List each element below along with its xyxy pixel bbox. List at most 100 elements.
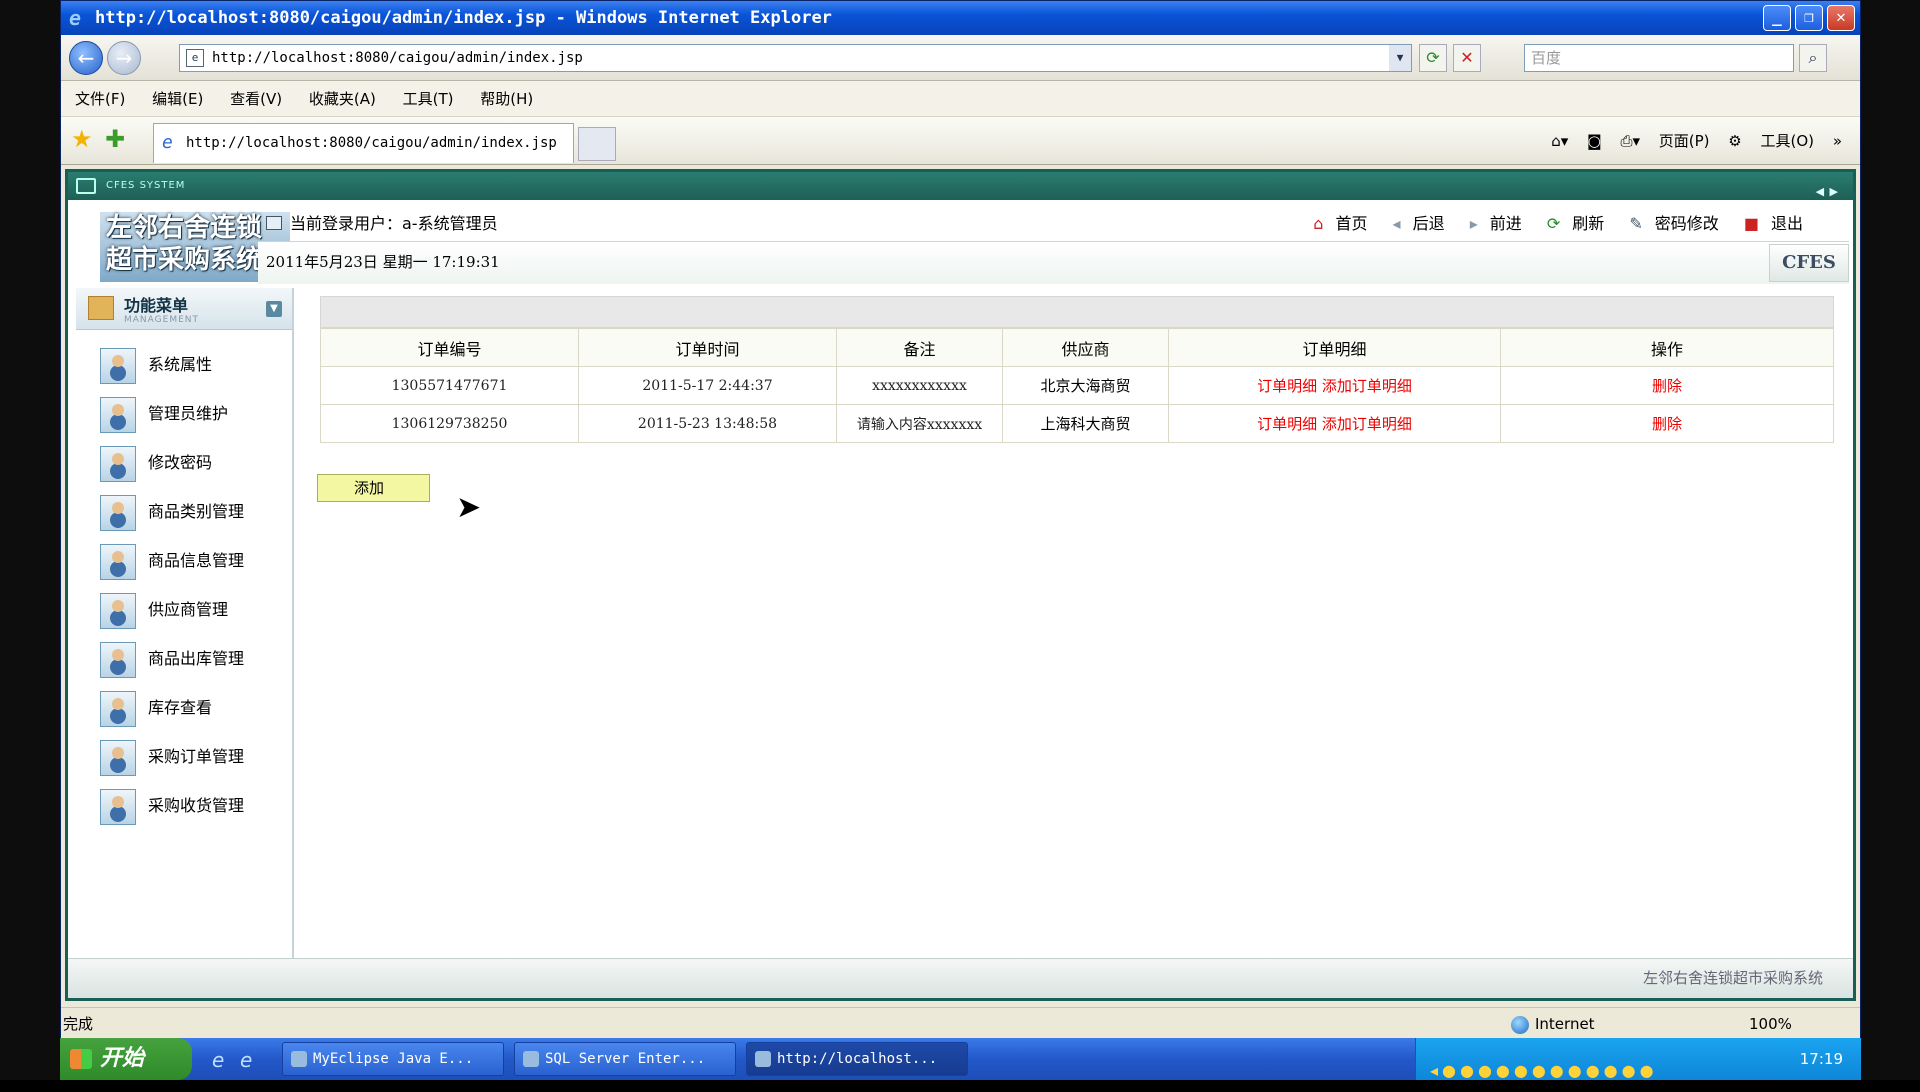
- print-icon[interactable]: ⎙▾: [1620, 132, 1640, 150]
- table-row: 1305571477671 2011-5-17 2:44:37 xxxxxxxx…: [320, 366, 1834, 405]
- search-icon[interactable]: ⌕: [1799, 44, 1827, 72]
- taskbar: 开始 e e MyEclipse Java E... SQL Server En…: [60, 1038, 1861, 1080]
- refresh-icon[interactable]: ⟳: [1419, 44, 1447, 72]
- search-input[interactable]: 百度: [1524, 44, 1794, 72]
- home-link[interactable]: 首页: [1335, 214, 1367, 233]
- sidebar-item-inventory[interactable]: 库存查看: [100, 689, 290, 729]
- sidebar-item-label: 修改密码: [148, 453, 213, 472]
- task-ie[interactable]: http://localhost...: [746, 1042, 968, 1076]
- sidebar-item-label: 采购收货管理: [148, 796, 245, 815]
- main-content: 订单编号 订单时间 备注 供应商 订单明细 操作 1305571477671 2…: [312, 288, 1842, 958]
- command-bar: ⌂▾ ◙ ⎙▾ 页面(P) ⚙ 工具(O) »: [1537, 125, 1842, 157]
- status-text: 完成: [63, 1015, 94, 1033]
- order-note: 请输入内容xxxxxxx: [836, 404, 1003, 443]
- start-button[interactable]: 开始: [60, 1038, 192, 1080]
- menu-help[interactable]: 帮助(H): [480, 90, 533, 108]
- table-toolbar: [320, 296, 1834, 328]
- sidebar-item-label: 管理员维护: [148, 404, 229, 423]
- browser-tab[interactable]: e http://localhost:8080/caigou/admin/ind…: [153, 123, 574, 163]
- user-icon: [100, 740, 136, 776]
- order-id: 1306129738250: [320, 404, 579, 443]
- order-time: 2011-5-23 13:48:58: [578, 404, 837, 443]
- back-button[interactable]: ←: [69, 41, 103, 75]
- header-arrows-icon[interactable]: ◀ ▶: [1816, 178, 1839, 206]
- order-id: 1305571477671: [320, 366, 579, 405]
- ie-window: e http://localhost:8080/caigou/admin/ind…: [60, 0, 1861, 1039]
- title-bar[interactable]: e http://localhost:8080/caigou/admin/ind…: [61, 1, 1860, 35]
- tools-menu[interactable]: 工具(O): [1761, 132, 1815, 150]
- user-icon: [100, 691, 136, 727]
- menu-edit[interactable]: 编辑(E): [152, 90, 203, 108]
- sidebar-item-purchase-orders[interactable]: 采购订单管理: [100, 738, 290, 778]
- task-sql-server[interactable]: SQL Server Enter...: [514, 1042, 736, 1076]
- system-tray: ◂●●●●●●●●●●●● 17:19: [1415, 1038, 1861, 1080]
- forward-link[interactable]: 前进: [1490, 214, 1522, 233]
- sidebar-item-admin-maintenance[interactable]: 管理员维护: [100, 395, 290, 435]
- refresh-link-icon: ⟳: [1546, 214, 1561, 233]
- add-order-detail-link[interactable]: 添加订单明细: [1322, 377, 1412, 395]
- order-detail-link[interactable]: 订单明细: [1257, 415, 1317, 433]
- add-button[interactable]: 添加: [317, 474, 430, 502]
- sidebar-item-label: 库存查看: [148, 698, 213, 717]
- back-link[interactable]: 后退: [1413, 214, 1445, 233]
- delete-link[interactable]: 删除: [1652, 377, 1682, 395]
- sidebar-item-supplier-management[interactable]: 供应商管理: [100, 591, 290, 631]
- add-favorite-icon[interactable]: ✚: [105, 125, 125, 153]
- current-user: 当前登录用户：a-系统管理员: [290, 214, 498, 233]
- sidebar-item-change-password[interactable]: 修改密码: [100, 444, 290, 484]
- sidebar-item-category-management[interactable]: 商品类别管理: [100, 493, 290, 533]
- stop-icon[interactable]: ✕: [1453, 44, 1481, 72]
- ie-logo-icon: e: [69, 6, 82, 30]
- feeds-icon[interactable]: ◙: [1587, 132, 1602, 150]
- status-bar: 完成 Internet 100%: [61, 1007, 1860, 1039]
- tab-label: http://localhost:8080/caigou/admin/index…: [186, 135, 557, 151]
- sidebar-item-purchase-receiving[interactable]: 采购收货管理: [100, 787, 290, 827]
- logout-link[interactable]: 退出: [1771, 214, 1803, 233]
- ie-quicklaunch-icon-2[interactable]: e: [240, 1048, 252, 1072]
- zoom-level[interactable]: 100%: [1749, 1008, 1792, 1040]
- order-detail-cell: 订单明细 添加订单明细: [1168, 404, 1501, 443]
- system-header: CFES SYSTEM ◀ ▶: [68, 172, 1853, 200]
- add-order-detail-link[interactable]: 添加订单明细: [1322, 415, 1412, 433]
- url-dropdown-icon[interactable]: ▼: [1389, 45, 1411, 71]
- task-myeclipse[interactable]: MyEclipse Java E...: [282, 1042, 504, 1076]
- change-password-link[interactable]: 密码修改: [1655, 214, 1719, 233]
- chevron-right-icon[interactable]: »: [1833, 132, 1842, 150]
- forward-button[interactable]: →: [107, 41, 141, 75]
- order-detail-cell: 订单明细 添加订单明细: [1168, 366, 1501, 405]
- collapse-icon[interactable]: ▼: [266, 301, 282, 317]
- maximize-button[interactable]: ❐: [1795, 5, 1823, 31]
- forward-link-icon: ▸: [1469, 214, 1478, 233]
- new-tab-button[interactable]: [578, 127, 616, 161]
- search-placeholder: 百度: [1531, 49, 1562, 67]
- gear-icon: ⚙: [1728, 132, 1742, 150]
- menu-favorites[interactable]: 收藏夹(A): [309, 90, 376, 108]
- user-icon: [100, 446, 136, 482]
- page-menu[interactable]: 页面(P): [1659, 132, 1710, 150]
- order-time: 2011-5-17 2:44:37: [578, 366, 837, 405]
- url-field[interactable]: e http://localhost:8080/caigou/admin/ind…: [179, 44, 1412, 72]
- menu-file[interactable]: 文件(F): [75, 90, 125, 108]
- ie-quicklaunch-icon[interactable]: e: [212, 1048, 224, 1072]
- user-icon: [266, 216, 282, 230]
- windows-logo-icon: [70, 1049, 92, 1069]
- home-icon[interactable]: ⌂▾: [1551, 132, 1568, 150]
- sidebar-item-product-management[interactable]: 商品信息管理: [100, 542, 290, 582]
- sidebar-item-system-properties[interactable]: 系统属性: [100, 346, 290, 386]
- menu-view[interactable]: 查看(V): [230, 90, 282, 108]
- minimize-button[interactable]: _: [1763, 5, 1791, 31]
- favorites-star-icon[interactable]: ★: [71, 125, 93, 153]
- delete-link[interactable]: 删除: [1652, 415, 1682, 433]
- sidebar: 功能菜单 MANAGEMENT ▼ 系统属性 管理员维护 修改密码 商品类别管理…: [76, 288, 294, 958]
- tray-icons[interactable]: ◂●●●●●●●●●●●●: [1430, 1050, 1658, 1092]
- sidebar-title: 功能菜单: [124, 296, 189, 315]
- current-datetime: 2011年5月23日 星期一 17:19:31: [266, 253, 500, 271]
- logout-icon: ■: [1743, 214, 1759, 233]
- sidebar-item-label: 系统属性: [148, 355, 213, 374]
- mouse-cursor-icon: ➤: [456, 490, 482, 525]
- menu-tools[interactable]: 工具(T): [403, 90, 454, 108]
- sidebar-item-outbound-management[interactable]: 商品出库管理: [100, 640, 290, 680]
- refresh-link[interactable]: 刷新: [1572, 214, 1604, 233]
- close-button[interactable]: ✕: [1827, 5, 1855, 31]
- order-detail-link[interactable]: 订单明细: [1257, 377, 1317, 395]
